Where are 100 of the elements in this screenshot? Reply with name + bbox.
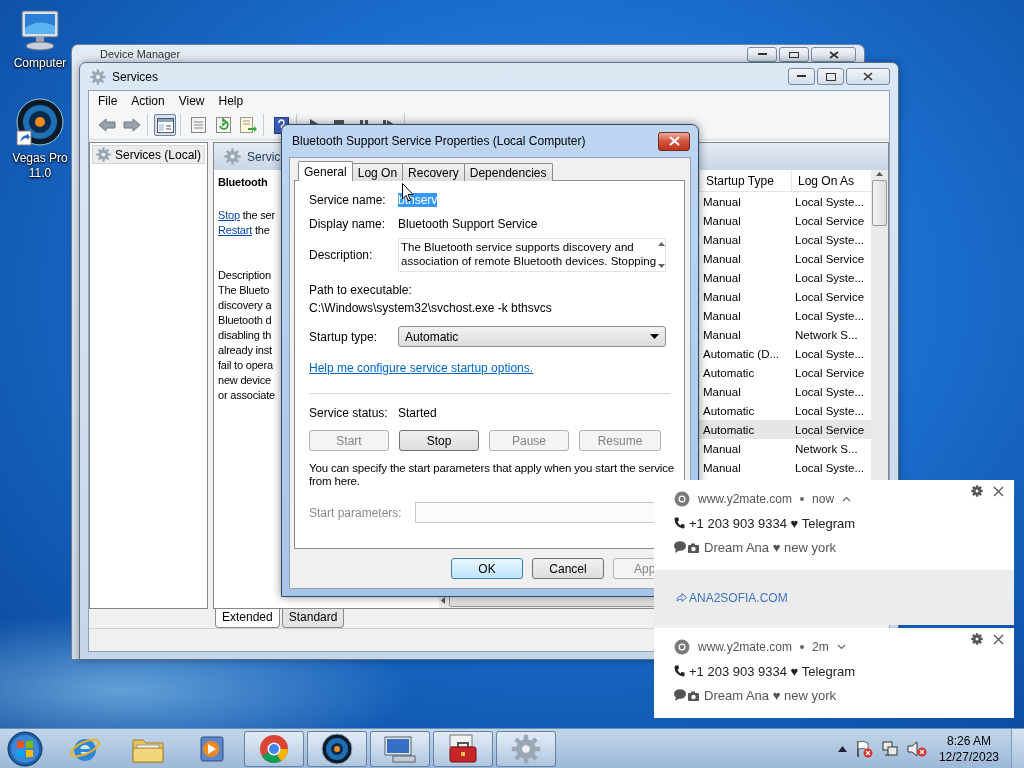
menu-item[interactable]: File (91, 94, 125, 108)
dialog-button[interactable]: OK (451, 558, 523, 579)
notification-text: Dream Ana ♥ new york (704, 687, 836, 703)
table-cell-text: Local Service (794, 252, 866, 265)
browser-icon[interactable] (258, 732, 290, 765)
table-cell-text: Local Syste... (794, 461, 866, 474)
close-button[interactable] (846, 68, 890, 85)
startup-type-dropdown[interactable]: Automatic (398, 326, 666, 347)
field-value: C:\Windows\system32\svchost.exe -k bthsvcs (309, 301, 552, 315)
description-text: fail to opera (218, 358, 273, 373)
table-cell-text: Manual (702, 309, 742, 322)
table-cell-text: Network S... (794, 442, 859, 455)
computer-icon[interactable] (383, 733, 417, 764)
view-tab[interactable]: Standard (281, 609, 345, 628)
separator-dot-icon (800, 497, 805, 501)
browser-icon (674, 639, 690, 655)
back-arrow-icon[interactable] (98, 118, 116, 132)
close-icon (668, 136, 680, 146)
promo-link[interactable]: ANA2SOFIA.COM (676, 590, 788, 605)
maximize-button[interactable] (817, 68, 844, 85)
table-cell-text: Local Syste... (794, 309, 866, 322)
settings-icon[interactable] (971, 485, 983, 497)
close-icon[interactable] (993, 485, 1004, 497)
field-label: Path to executable: (309, 283, 412, 297)
action-link[interactable]: Stop (218, 209, 240, 221)
camera-lens-icon[interactable] (321, 732, 353, 765)
table-cell-text: Local Syste... (794, 404, 866, 417)
field-label: Description: (309, 248, 374, 262)
table-cell-text: Manual (702, 271, 742, 284)
chevron-icon[interactable] (836, 644, 846, 650)
notification-source: www.y2mate.com (698, 492, 793, 506)
dropdown-arrow-icon (650, 334, 659, 339)
help-link[interactable]: Help me configure service startup options. (309, 361, 534, 375)
view-tab[interactable]: Extended (215, 609, 280, 628)
desktop-icon-label[interactable]: Computer (7, 56, 73, 71)
tree-item[interactable]: Services (Local) (92, 145, 205, 164)
description-text: already inst (218, 343, 272, 358)
tab[interactable]: Recovery (402, 163, 465, 181)
maximize-icon (825, 72, 836, 81)
scroll-left-arrow-icon (441, 597, 445, 604)
close-button[interactable] (811, 47, 856, 62)
menu-item[interactable]: Help (211, 94, 251, 108)
settings-icon[interactable] (971, 633, 983, 645)
dialog-button[interactable]: Cancel (532, 558, 604, 579)
action-link[interactable]: Restart (218, 224, 253, 236)
menu-item[interactable]: Action (124, 94, 172, 108)
minimize-button[interactable] (788, 68, 815, 85)
table-cell-text: Local Syste... (794, 233, 866, 246)
table-cell-text: Local Service (794, 290, 866, 303)
minimize-button[interactable] (747, 47, 777, 62)
table-cell-text: Automatic (D... (702, 347, 781, 360)
clock-date: 12/27/2023 (938, 748, 999, 765)
gear-icon (90, 68, 106, 85)
clock[interactable]: 8:26 AM 12/27/2023 (934, 732, 1003, 765)
desktop-icon-label[interactable]: Vegas Pro 11.0 (7, 151, 73, 181)
toolbox-icon[interactable] (446, 733, 480, 764)
start-button[interactable] (5, 729, 45, 768)
clock-time: 8:26 AM (946, 732, 991, 749)
chevron-icon[interactable] (842, 496, 852, 502)
table-cell-text: Local Service (794, 214, 866, 227)
service-button[interactable]: Stop (399, 430, 479, 451)
forward-arrow-icon[interactable] (123, 118, 141, 132)
table-cell-text: Automatic (702, 404, 756, 417)
close-icon[interactable] (993, 633, 1004, 645)
table-cell-text: Automatic (702, 366, 756, 379)
speaker-muted-icon[interactable] (906, 739, 927, 758)
window-title: Device Manager (100, 48, 181, 61)
tab[interactable]: General (298, 161, 353, 181)
description-box[interactable]: The Bluetooth service supports discovery and association of remote Bluetooth devices. Stopping (398, 238, 666, 272)
taskbar-button[interactable] (307, 730, 367, 767)
taskbar-button[interactable] (433, 730, 493, 767)
share-arrow-icon (676, 593, 687, 602)
table-cell-text: Local Syste... (794, 347, 866, 360)
tab[interactable]: Log On (351, 163, 404, 181)
computer-icon[interactable] (18, 8, 62, 52)
field-value: Started (398, 406, 437, 420)
camera-lens-icon[interactable] (15, 97, 65, 147)
phone-icon (674, 665, 685, 677)
maximize-button[interactable] (779, 47, 809, 62)
scrollbar-thumb[interactable] (872, 180, 887, 226)
close-button[interactable] (658, 131, 690, 151)
table-cell-text: Local Syste... (794, 195, 866, 208)
window-title: Services (112, 69, 158, 84)
table-cell-text: Local Syste... (794, 271, 866, 284)
show-hidden-icons-icon[interactable] (837, 745, 847, 752)
action-text: Stop the ser (218, 208, 275, 223)
field-label: Startup type: (309, 329, 379, 344)
refresh-icon[interactable] (215, 117, 231, 133)
field-label: Display name: (309, 217, 387, 231)
flag-icon[interactable] (854, 739, 873, 758)
close-icon (828, 50, 839, 59)
export-list-icon[interactable] (239, 117, 257, 133)
menu-item[interactable]: View (171, 94, 212, 108)
table-cell-text: Manual (702, 328, 742, 341)
network-icon[interactable] (880, 739, 899, 758)
properties-icon[interactable] (190, 117, 206, 133)
gear-icon (96, 147, 111, 162)
tab[interactable]: Dependencies (463, 163, 553, 181)
gears-icon (511, 733, 541, 764)
browser-icon (674, 491, 690, 507)
